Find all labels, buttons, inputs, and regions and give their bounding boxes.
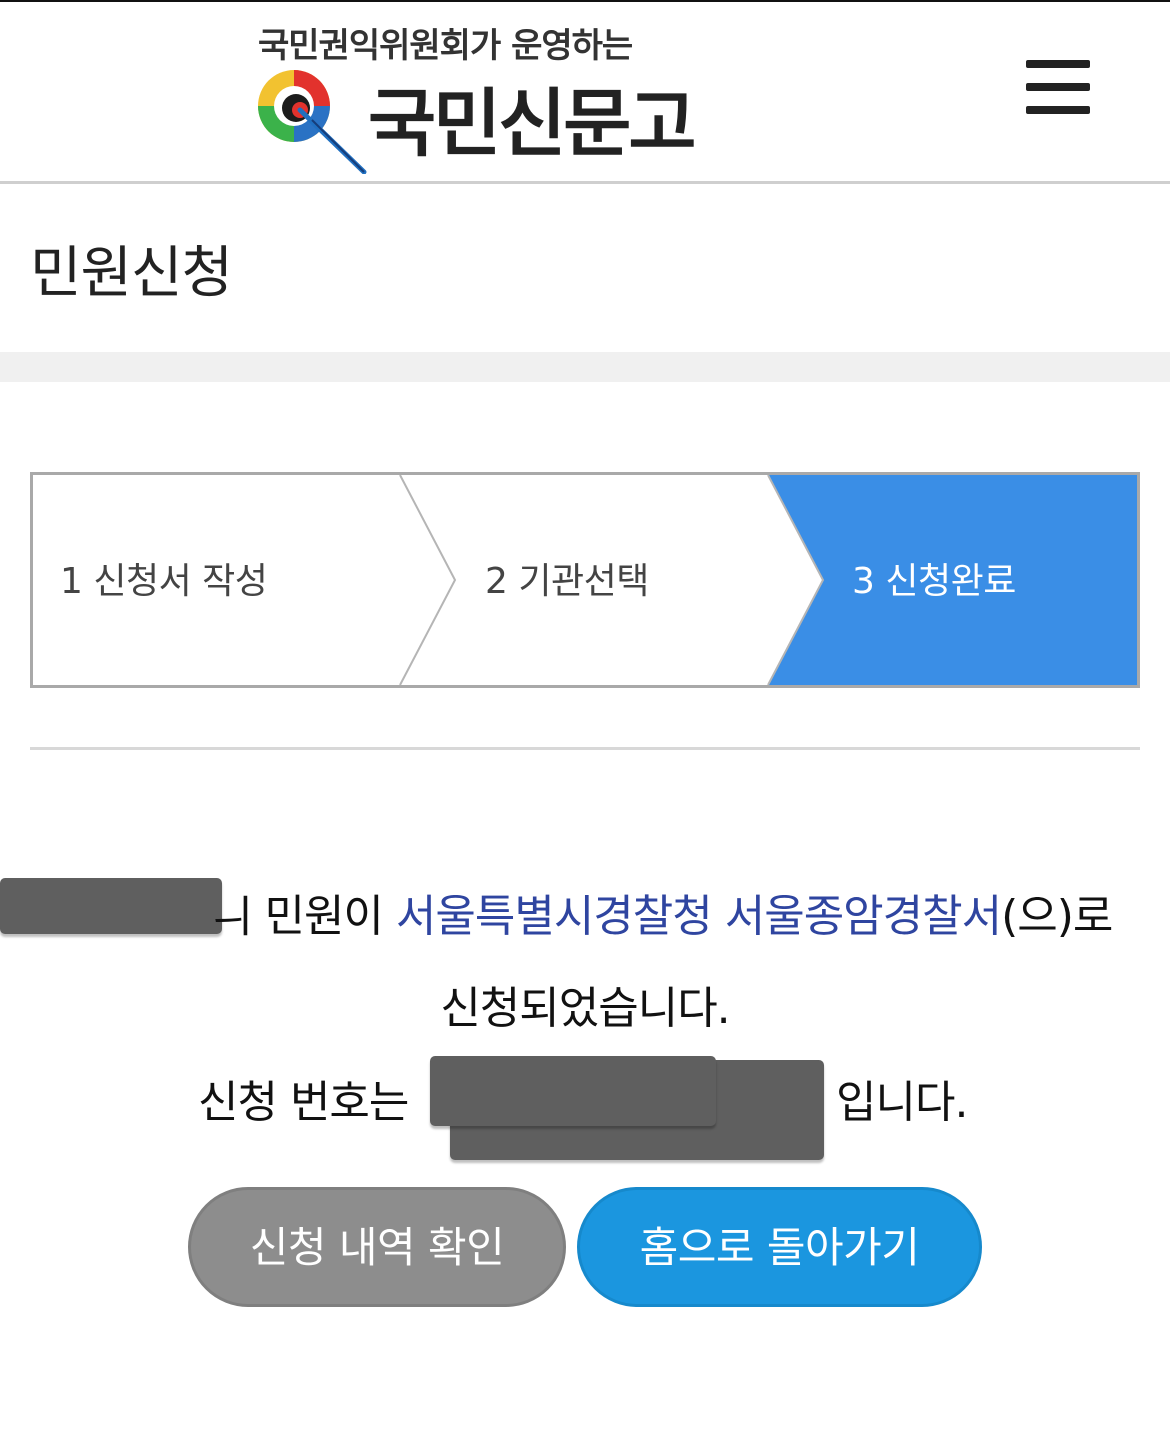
go-home-button[interactable]: 홈으로 돌아가기 (577, 1187, 982, 1307)
result-line-1-text: ㅢ 민원이 서울특별시경찰청 서울종암경찰서(으)로 (212, 880, 1113, 944)
hamburger-menu-icon[interactable] (1022, 58, 1094, 116)
logo-title: 국민신문고 (368, 81, 696, 167)
result-message-line-1: ㅢ 민원이 서울특별시경찰청 서울종암경찰서(으)로 (0, 876, 1170, 946)
redacted-name-box (0, 878, 222, 934)
site-header: 국민권익위원회가 운영하는 국민신문고 (0, 0, 1170, 184)
result-line-1-suffix: (으)로 (1001, 891, 1113, 942)
menu-bar (1026, 106, 1090, 114)
application-number-prefix: 신청 번호는 (198, 1077, 409, 1128)
logo-subtitle: 국민권익위원회가 운영하는 (258, 26, 633, 66)
result-message-line-2: 신청되었습니다. (440, 983, 730, 1034)
section-separator (0, 352, 1170, 382)
step-2-label: 2 기관선택 (485, 561, 649, 602)
view-history-button[interactable]: 신청 내역 확인 (188, 1187, 566, 1307)
result-message-line-3: 신청 번호는 입니다. (0, 1056, 1170, 1166)
menu-bar (1026, 60, 1090, 68)
result-line-1-prefix: ㅢ 민원이 (212, 891, 396, 942)
redacted-application-number-box (430, 1056, 716, 1126)
step-indicator: 1 신청서 작성 2 기관선택 3 신청완료 (30, 472, 1140, 688)
page-title: 민원신청 (30, 241, 233, 306)
menu-bar (1026, 83, 1090, 91)
site-logo[interactable]: 국민권익위원회가 운영하는 국민신문고 (250, 12, 720, 174)
step-3-label: 3 신청완료 (852, 561, 1016, 602)
step-1-label: 1 신청서 작성 (60, 561, 268, 602)
logo-emblem-icon (258, 70, 367, 174)
application-number-suffix: 입니다. (836, 1077, 968, 1128)
organization-name: 서울특별시경찰청 서울종암경찰서 (395, 891, 1002, 942)
content-divider (30, 747, 1140, 750)
page: 국민권익위원회가 운영하는 국민신문고 민원신청 1 신청서 작성 2 기관선택… (0, 0, 1170, 1447)
